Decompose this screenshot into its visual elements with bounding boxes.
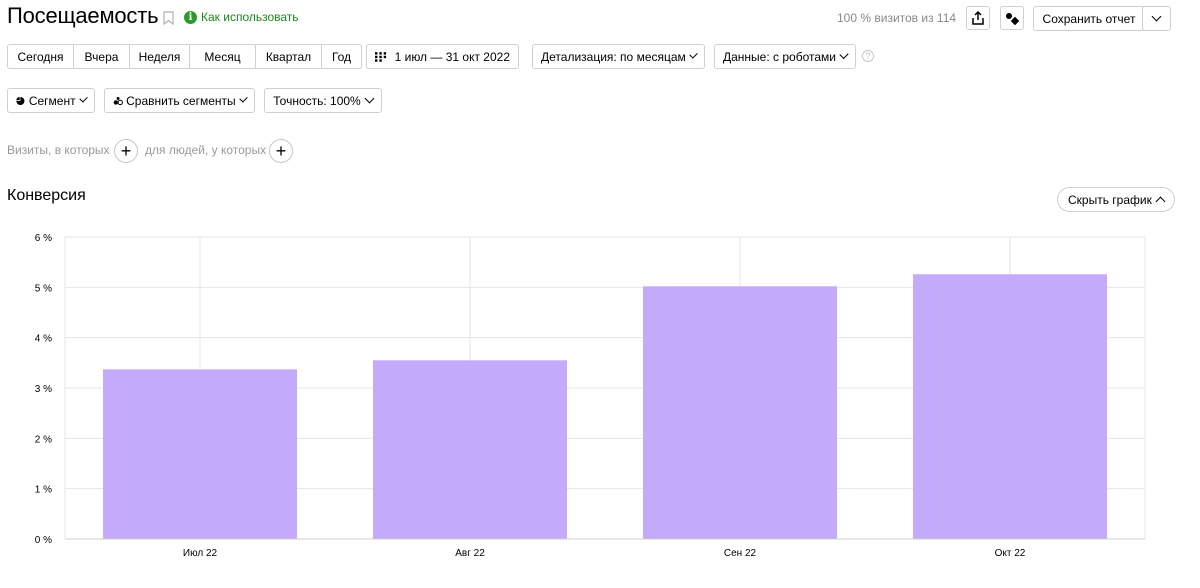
export-button[interactable] bbox=[966, 6, 990, 30]
shapes-icon bbox=[1006, 13, 1019, 25]
period-selector: Сегодня Вчера Неделя Месяц Квартал Год bbox=[7, 44, 362, 69]
save-report-label: Сохранить отчет bbox=[1042, 11, 1136, 26]
date-range-button[interactable]: 1 июл — 31 окт 2022 bbox=[366, 44, 519, 69]
data-label: Данные: с роботами bbox=[723, 49, 836, 64]
period-quarter[interactable]: Квартал bbox=[256, 45, 322, 68]
period-today[interactable]: Сегодня bbox=[8, 45, 74, 68]
chart-type-button[interactable] bbox=[1000, 6, 1024, 30]
y-tick-label: 1 % bbox=[35, 485, 52, 496]
detail-label: Детализация: по месяцам bbox=[541, 49, 686, 64]
x-tick-label: Июл 22 bbox=[183, 548, 218, 559]
hide-chart-button[interactable]: Скрыть график bbox=[1057, 187, 1175, 212]
segment-label: Сегмент bbox=[28, 93, 76, 108]
help-icon[interactable]: ? bbox=[862, 50, 874, 62]
detail-dropdown[interactable]: Детализация: по месяцам bbox=[532, 44, 705, 69]
y-tick-label: 6 % bbox=[35, 233, 52, 244]
chevron-down-icon bbox=[1151, 11, 1162, 22]
plus-icon: + bbox=[120, 141, 132, 161]
segment-dropdown[interactable]: Сегмент bbox=[7, 88, 95, 113]
section-title: Конверсия bbox=[7, 187, 86, 204]
accuracy-dropdown[interactable]: Точность: 100% bbox=[264, 88, 382, 113]
calendar-icon bbox=[375, 51, 387, 62]
export-icon bbox=[972, 11, 984, 25]
bookmark-icon[interactable] bbox=[163, 11, 174, 25]
howto-label: Как использовать bbox=[201, 10, 299, 24]
x-tick-label: Окт 22 bbox=[995, 548, 1026, 559]
conversion-bar-chart: 0 % 1 % 2 % 3 % 4 % 5 % 6 % Июл 22 Авг 22 Сен 22 О… bbox=[35, 233, 1146, 559]
bar[interactable] bbox=[913, 274, 1107, 539]
accuracy-label: Точность: 100% bbox=[273, 93, 361, 108]
bar[interactable] bbox=[103, 369, 297, 539]
save-report-button[interactable]: Сохранить отчет bbox=[1033, 6, 1145, 31]
x-tick-label: Сен 22 bbox=[724, 548, 757, 559]
bar[interactable] bbox=[373, 360, 567, 539]
compare-label: Сравнить сегменты bbox=[126, 93, 236, 108]
add-people-filter-button[interactable]: + bbox=[269, 139, 293, 163]
chevron-down-icon bbox=[689, 50, 698, 59]
y-tick-label: 5 % bbox=[35, 283, 52, 294]
y-tick-label: 2 % bbox=[35, 434, 52, 445]
date-range-label: 1 июл — 31 окт 2022 bbox=[394, 49, 510, 64]
howto-link[interactable]: i Как использовать bbox=[184, 10, 299, 24]
plus-icon: + bbox=[275, 141, 287, 161]
hide-chart-label: Скрыть график bbox=[1068, 192, 1152, 207]
period-month[interactable]: Месяц bbox=[190, 45, 256, 68]
compare-icon bbox=[113, 96, 123, 105]
page-title: Посещаемость bbox=[7, 3, 159, 28]
people-filter-label: для людей, у которых bbox=[145, 143, 267, 157]
chevron-down-icon bbox=[364, 93, 375, 104]
visits-filter-label: Визиты, в которых bbox=[7, 143, 110, 157]
period-year[interactable]: Год bbox=[322, 45, 361, 68]
period-week[interactable]: Неделя bbox=[130, 45, 190, 68]
info-icon: i bbox=[184, 10, 197, 24]
chevron-down-icon bbox=[839, 49, 849, 60]
chevron-up-icon bbox=[1155, 196, 1166, 206]
pie-icon bbox=[16, 96, 25, 105]
period-yesterday[interactable]: Вчера bbox=[74, 45, 130, 68]
chevron-down-icon bbox=[238, 94, 248, 103]
save-report-dropdown[interactable] bbox=[1142, 6, 1171, 31]
bar[interactable] bbox=[643, 286, 837, 539]
compare-segments-dropdown[interactable]: Сравнить сегменты bbox=[104, 88, 255, 113]
visits-share: 100 % визитов из 114 bbox=[837, 11, 957, 25]
y-tick-label: 0 % bbox=[35, 535, 52, 546]
add-visits-filter-button[interactable]: + bbox=[114, 139, 138, 163]
y-tick-label: 4 % bbox=[35, 334, 52, 345]
chevron-down-icon bbox=[78, 94, 88, 103]
y-tick-label: 3 % bbox=[35, 384, 52, 395]
x-tick-label: Авг 22 bbox=[455, 548, 485, 559]
data-dropdown[interactable]: Данные: с роботами bbox=[714, 44, 856, 69]
